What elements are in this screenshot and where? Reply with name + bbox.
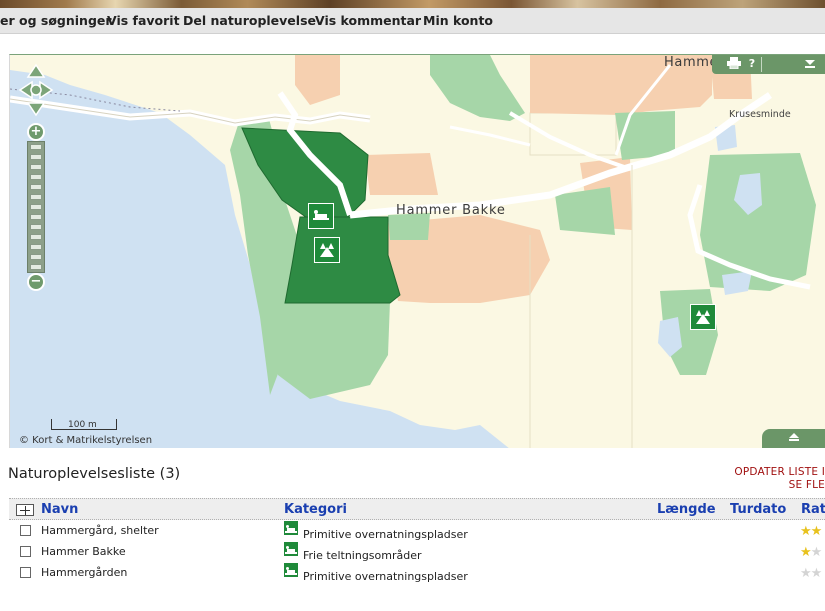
column-header-rating[interactable]: Rat (801, 502, 825, 517)
row-checkbox[interactable] (20, 567, 31, 578)
add-all-icon[interactable] (16, 504, 34, 516)
table-row: Hammergård, shelter Primitive overnatnin… (9, 521, 825, 542)
zoom-level-step[interactable] (30, 194, 42, 200)
update-list-link[interactable]: OPDATER LISTE I SE FLE (686, 466, 825, 492)
zoom-level-step[interactable] (30, 154, 42, 160)
category-icon (284, 521, 298, 535)
header-photo-banner (0, 0, 825, 8)
category-icon (284, 563, 298, 577)
table-row: Hammer Bakke Frie teltningsområder ★★ (9, 542, 825, 563)
column-header-category[interactable]: Kategori (284, 502, 347, 517)
help-icon[interactable]: ? (744, 57, 760, 71)
column-header-name[interactable]: Navn (41, 502, 78, 517)
column-header-length[interactable]: Længde (657, 502, 716, 517)
star-rating: ★★ (800, 524, 822, 539)
zoom-level-step[interactable] (30, 184, 42, 190)
table-header: Navn Kategori Længde Turdato Rat (9, 498, 825, 520)
row-checkbox[interactable] (20, 525, 31, 536)
zoom-out-button[interactable]: − (27, 273, 45, 291)
zoom-level-step[interactable] (30, 224, 42, 230)
row-checkbox[interactable] (20, 546, 31, 557)
map-tools-bar: ? (712, 55, 825, 74)
zoom-level-step[interactable] (30, 234, 42, 240)
row-category: Primitive overnatningspladser (303, 528, 468, 541)
chevron-down-icon[interactable] (802, 57, 818, 71)
star-rating: ★★ (800, 566, 822, 581)
row-category: Primitive overnatningspladser (303, 570, 468, 583)
zoom-level-step[interactable] (30, 144, 42, 150)
nav-item-show-favorite[interactable]: Vis favorit (107, 13, 180, 28)
zoom-level-step[interactable] (30, 164, 42, 170)
scale-label: 100 m (68, 420, 97, 430)
zoom-level-step[interactable] (30, 244, 42, 250)
table-row: Hammergården Primitive overnatningsplads… (9, 563, 825, 584)
map-base-layer (10, 55, 825, 448)
row-name[interactable]: Hammergård, shelter (41, 524, 159, 537)
zoom-in-button[interactable]: + (27, 123, 45, 141)
map-viewport[interactable]: Hammer Hammer Bakke Krusesminde + − ? 10… (9, 54, 825, 448)
nav-item-searches[interactable]: er og søgninger (0, 13, 112, 28)
category-icon (284, 542, 298, 556)
expand-map-button[interactable] (762, 429, 825, 448)
column-header-trip-date[interactable]: Turdato (730, 502, 786, 517)
zoom-level-step[interactable] (30, 254, 42, 260)
pan-control[interactable] (18, 63, 54, 117)
map-copyright: © Kort & Matrikelstyrelsen (19, 435, 153, 446)
zoom-slider[interactable] (27, 141, 45, 273)
row-name[interactable]: Hammergården (41, 566, 127, 579)
row-name[interactable]: Hammer Bakke (41, 545, 126, 558)
nav-item-show-comment[interactable]: Vis kommentar (315, 13, 421, 28)
tool-divider (761, 57, 762, 72)
campsite-poi-icon[interactable] (314, 237, 340, 263)
list-title: Naturoplevelsesliste (3) (8, 466, 181, 482)
row-category: Frie teltningsområder (303, 549, 422, 562)
zoom-level-step[interactable] (30, 174, 42, 180)
map-label-krusesminde: Krusesminde (729, 109, 791, 120)
map-label-hammer-bakke: Hammer Bakke (396, 203, 506, 218)
zoom-level-step[interactable] (30, 214, 42, 220)
campsite-poi-icon[interactable] (690, 304, 716, 330)
nav-item-share-nature-experience[interactable]: Del naturoplevelse (183, 13, 316, 28)
app-window: er og søgninger Vis favorit Del naturopl… (0, 0, 825, 611)
star-rating: ★★ (800, 545, 822, 560)
nav-item-my-account[interactable]: Min konto (423, 13, 493, 28)
zoom-level-step[interactable] (30, 204, 42, 210)
zoom-level-step[interactable] (30, 264, 42, 270)
main-nav-bar: er og søgninger Vis favorit Del naturopl… (0, 8, 825, 34)
print-icon[interactable] (726, 57, 742, 71)
chevron-up-icon (789, 433, 799, 441)
shelter-poi-icon[interactable] (308, 203, 334, 229)
